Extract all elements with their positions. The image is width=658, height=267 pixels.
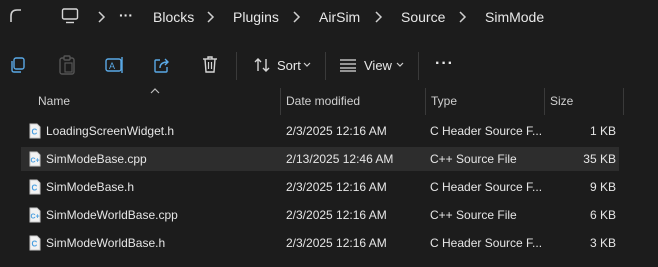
this-pc-icon[interactable] <box>61 7 79 25</box>
breadcrumb-airsim[interactable]: AirSim <box>319 8 360 26</box>
file-date: 2/3/2025 12:16 AM <box>286 236 387 250</box>
column-header-date-modified[interactable]: Date modified <box>286 94 360 108</box>
view-label: View <box>364 58 392 73</box>
address-bar: ··· Blocks Plugins AirSim Source SimMode <box>0 0 658 36</box>
chevron-right-icon[interactable] <box>371 9 385 25</box>
sort-label: Sort <box>277 58 301 73</box>
file-size: 9 KB <box>589 180 616 194</box>
toolbar-separator <box>418 52 419 80</box>
file-size: 1 KB <box>589 124 616 138</box>
breadcrumb-source[interactable]: Source <box>401 8 445 26</box>
svg-text:C: C <box>32 128 38 137</box>
breadcrumb-overflow[interactable]: ··· <box>119 6 133 24</box>
svg-text:C+: C+ <box>31 214 40 221</box>
file-name: SimModeBase.h <box>46 180 135 194</box>
c-header-file-icon: C <box>29 123 41 139</box>
file-type: C Header Source F... <box>430 180 543 194</box>
file-type: C++ Source File <box>430 208 517 222</box>
recent-locations-icon[interactable] <box>8 8 24 26</box>
view-icon <box>340 59 356 72</box>
column-divider[interactable] <box>425 88 426 115</box>
chevron-down-icon <box>303 62 311 67</box>
file-name: LoadingScreenWidget.h <box>46 124 175 138</box>
column-header-type[interactable]: Type <box>431 94 457 108</box>
paste-icon[interactable] <box>58 55 76 75</box>
column-header-size[interactable]: Size <box>550 94 573 108</box>
chevron-right-icon[interactable] <box>94 9 108 25</box>
file-type: C++ Source File <box>430 152 517 166</box>
c-header-file-icon: C <box>29 179 41 195</box>
chevron-right-icon[interactable] <box>455 9 469 25</box>
chevron-down-icon <box>396 62 404 67</box>
file-date: 2/13/2025 12:46 AM <box>286 152 394 166</box>
file-row[interactable]: C SimModeWorldBase.h 2/3/2025 12:16 AM C… <box>21 231 619 255</box>
breadcrumb-blocks[interactable]: Blocks <box>153 8 194 26</box>
file-row[interactable]: C SimModeBase.h 2/3/2025 12:16 AM C Head… <box>21 175 619 199</box>
file-date: 2/3/2025 12:16 AM <box>286 180 387 194</box>
rename-icon[interactable]: A <box>105 56 125 74</box>
see-more-button[interactable]: ··· <box>435 55 454 73</box>
toolbar-separator <box>325 52 326 80</box>
delete-icon[interactable] <box>202 55 218 74</box>
chevron-right-icon[interactable] <box>289 9 303 25</box>
column-divider[interactable] <box>623 88 624 115</box>
file-name: SimModeWorldBase.h <box>46 236 166 250</box>
file-size: 3 KB <box>589 236 616 250</box>
copy-icon[interactable] <box>9 56 27 74</box>
file-row[interactable]: C LoadingScreenWidget.h 2/3/2025 12:16 A… <box>21 119 619 143</box>
svg-text:A: A <box>109 61 115 71</box>
svg-text:C: C <box>32 184 38 193</box>
cpp-file-icon: C+ <box>29 151 41 167</box>
file-name: SimModeWorldBase.cpp <box>46 208 178 222</box>
column-divider[interactable] <box>280 88 281 115</box>
file-size: 6 KB <box>589 208 616 222</box>
file-row[interactable]: C+ SimModeBase.cpp 2/13/2025 12:46 AM C+… <box>21 147 619 171</box>
column-header-name[interactable]: Name <box>38 94 70 108</box>
chevron-right-icon[interactable] <box>203 9 217 25</box>
svg-text:C: C <box>32 240 38 249</box>
toolbar-separator <box>236 52 237 80</box>
cpp-file-icon: C+ <box>29 207 41 223</box>
file-row[interactable]: C+ SimModeWorldBase.cpp 2/3/2025 12:16 A… <box>21 203 619 227</box>
svg-text:C+: C+ <box>31 158 40 165</box>
file-type: C Header Source F... <box>430 236 543 250</box>
share-icon[interactable] <box>153 56 171 74</box>
file-name: SimModeBase.cpp <box>46 152 147 166</box>
file-date: 2/3/2025 12:16 AM <box>286 124 387 138</box>
breadcrumb-simmode[interactable]: SimMode <box>485 8 544 26</box>
sort-icon <box>254 58 270 72</box>
breadcrumb-plugins[interactable]: Plugins <box>233 8 279 26</box>
file-size: 35 KB <box>583 152 616 166</box>
sort-ascending-icon <box>150 88 160 94</box>
file-type: C Header Source F... <box>430 124 543 138</box>
c-header-file-icon: C <box>29 235 41 251</box>
column-divider[interactable] <box>544 88 545 115</box>
file-date: 2/3/2025 12:16 AM <box>286 208 387 222</box>
